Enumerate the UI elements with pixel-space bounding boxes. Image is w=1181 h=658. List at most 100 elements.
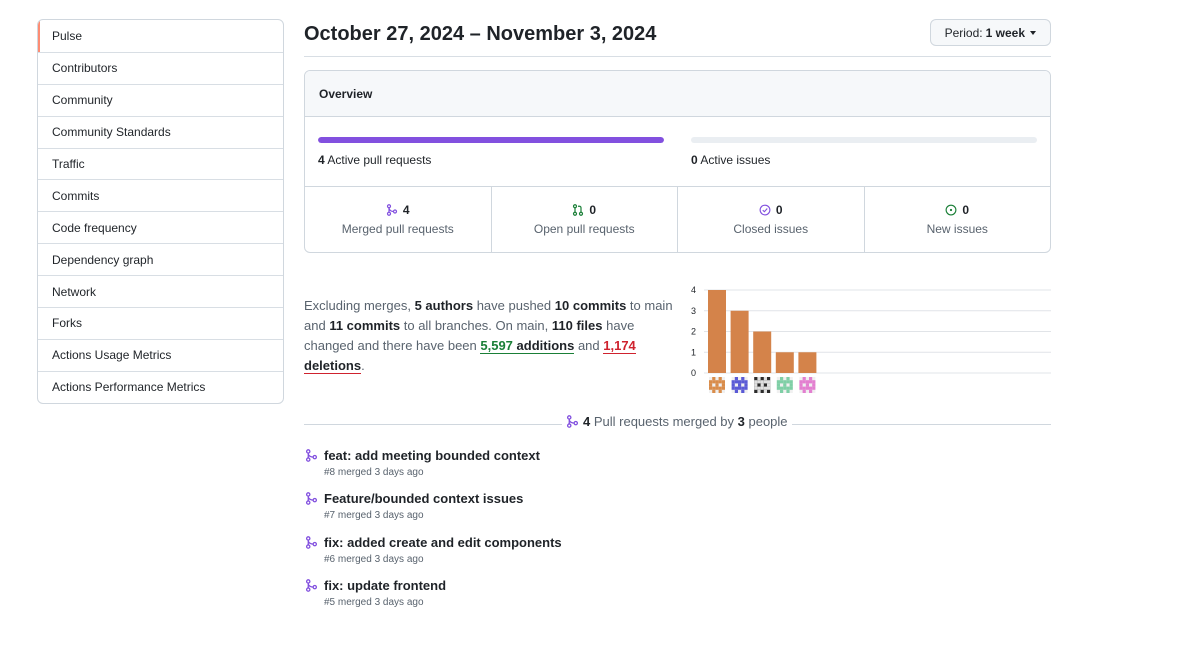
active-issues-label: Active issues (700, 153, 771, 167)
sidebar-item-community[interactable]: Community (38, 83, 283, 116)
sidebar-item-forks[interactable]: Forks (38, 307, 283, 339)
contributor-bar[interactable] (775, 352, 794, 373)
list-item: fix: update frontend #5 merged 3 days ag… (304, 577, 1051, 620)
contributors-bar-chart: 4 3 2 1 0 (691, 285, 1051, 393)
stat-value: 0 (962, 203, 970, 217)
contributor-bar[interactable] (708, 290, 726, 373)
sidebar-item-label: Code frequency (52, 220, 137, 235)
sidebar-item-label: Pulse (52, 28, 83, 43)
contributor-avatar[interactable] (709, 377, 725, 393)
commit-summary: Excluding merges, 5 authors have pushed … (304, 296, 676, 376)
summary-text: to all branches. On main, (400, 318, 552, 333)
sidebar-item-label: Actions Performance Metrics (52, 380, 206, 395)
sidebar-item-label: Network (52, 284, 97, 299)
stat-value: 0 (775, 203, 783, 217)
deletions-word: deletions (304, 358, 362, 373)
sidebar-item-label: Community Standards (52, 125, 171, 140)
summary-text: Excluding merges, (304, 298, 415, 313)
list-item: feat: add meeting bounded context #8 mer… (304, 447, 1051, 490)
contributor-bar[interactable] (753, 331, 772, 374)
sidebar-item-community-standards[interactable]: Community Standards (38, 115, 283, 148)
stat-new-issues[interactable]: 0 New issues (863, 187, 1051, 252)
insights-sidebar: Pulse Contributors Community Community S… (37, 19, 284, 404)
sidebar-item-label: Dependency graph (52, 252, 154, 267)
overview-stats: 4 Merged pull requests 0 Open pull reque… (305, 187, 1050, 252)
sidebar-item-dependency-graph[interactable]: Dependency graph (38, 243, 283, 275)
sidebar-item-code-frequency[interactable]: Code frequency (38, 211, 283, 243)
merged-text: people (744, 414, 788, 429)
pr-title-link[interactable]: fix: update frontend (324, 578, 446, 593)
commits-all-count: 11 commits (329, 318, 401, 333)
stat-open-prs[interactable]: 0 Open pull requests (490, 187, 678, 252)
summary-text: have pushed (473, 298, 555, 313)
pr-meta: #6 merged 3 days ago (324, 553, 424, 565)
contributor-avatar[interactable] (731, 377, 748, 393)
active-pr-block[interactable]: 4 Active pull requests (318, 137, 664, 167)
list-item: Feature/bounded context issues #7 merged… (304, 490, 1051, 533)
merged-prs-heading: 4 Pull requests merged by 3 people (304, 412, 1051, 432)
pr-title-link[interactable]: feat: add meeting bounded context (324, 448, 540, 463)
merged-pr-icon (305, 492, 318, 506)
contributor-avatar[interactable] (754, 377, 771, 393)
sidebar-item-label: Community (52, 93, 113, 108)
merged-text: Pull requests merged by (590, 414, 738, 429)
deletions-count: 1,174 (603, 338, 636, 353)
active-issues-count: 0 (691, 153, 698, 167)
stat-value: 4 (402, 203, 410, 217)
contributor-bar[interactable] (730, 310, 749, 373)
y-tick-label: 0 (691, 368, 696, 378)
files-count: 110 files (551, 318, 603, 333)
period-select-button[interactable]: Period: 1 week (929, 19, 1051, 46)
sidebar-item-traffic[interactable]: Traffic (38, 147, 283, 180)
contributor-avatar[interactable] (776, 377, 793, 393)
additions-link[interactable]: 5,597 additions (480, 338, 575, 354)
sidebar-item-contributors[interactable]: Contributors (38, 51, 283, 84)
y-tick-label: 1 (691, 347, 696, 357)
sidebar-item-commits[interactable]: Commits (38, 179, 283, 211)
summary-text: and (574, 338, 604, 353)
stat-closed-issues[interactable]: 0 Closed issues (677, 187, 864, 252)
sidebar-item-label: Traffic (52, 157, 85, 171)
overview-title: Overview (305, 71, 1050, 117)
merged-pr-icon (305, 449, 318, 462)
stat-label: New issues (926, 222, 988, 236)
pr-title-link[interactable]: Feature/bounded context issues (324, 491, 523, 506)
stat-merged-prs[interactable]: 4 Merged pull requests (305, 187, 491, 252)
sidebar-item-pulse[interactable]: Pulse (38, 20, 283, 52)
y-tick-label: 4 (691, 285, 696, 295)
contributor-bar[interactable] (798, 352, 817, 373)
overview-panel: Overview 4 Active pull requests 0 Active… (304, 70, 1051, 253)
stat-label: Closed issues (733, 222, 809, 236)
merged-pr-icon (566, 415, 579, 428)
sidebar-item-network[interactable]: Network (38, 275, 283, 307)
stat-value: 0 (589, 203, 597, 217)
date-range-title: October 27, 2024 – November 3, 2024 (304, 23, 657, 45)
closed-issue-icon (759, 204, 771, 216)
y-tick-label: 2 (691, 327, 696, 337)
open-pr-icon (573, 204, 584, 216)
caret-down-icon (1030, 30, 1036, 35)
sidebar-item-actions-performance-metrics[interactable]: Actions Performance Metrics (38, 370, 283, 403)
sidebar-item-label: Contributors (52, 61, 118, 76)
active-pr-label: Active pull requests (327, 153, 432, 167)
merged-people-count: 3 (737, 414, 745, 429)
additions-count: 5,597 (480, 338, 513, 353)
commits-main-count: 10 commits (554, 298, 627, 313)
active-pr-progress (318, 137, 664, 143)
pr-title-link[interactable]: fix: added create and edit components (324, 535, 562, 550)
sidebar-item-label: Forks (52, 316, 82, 331)
contributor-avatar[interactable] (799, 377, 816, 393)
sidebar-item-label: Commits (52, 188, 100, 203)
y-tick-label: 3 (691, 306, 696, 316)
pulse-header: October 27, 2024 – November 3, 2024 Peri… (304, 19, 1051, 57)
active-pr-progress-fill (318, 137, 664, 143)
sidebar-item-label: Actions Usage Metrics (52, 348, 172, 363)
sidebar-item-actions-usage-metrics[interactable]: Actions Usage Metrics (38, 338, 283, 371)
active-issues-block[interactable]: 0 Active issues (691, 137, 1037, 167)
authors-count: 5 authors (414, 298, 474, 313)
active-pr-count: 4 (318, 153, 325, 167)
merged-pr-list: feat: add meeting bounded context #8 mer… (304, 447, 1051, 620)
merged-pr-icon (305, 579, 318, 592)
period-label: Period: (944, 25, 983, 40)
list-item: fix: added create and edit components #6… (304, 534, 1051, 577)
